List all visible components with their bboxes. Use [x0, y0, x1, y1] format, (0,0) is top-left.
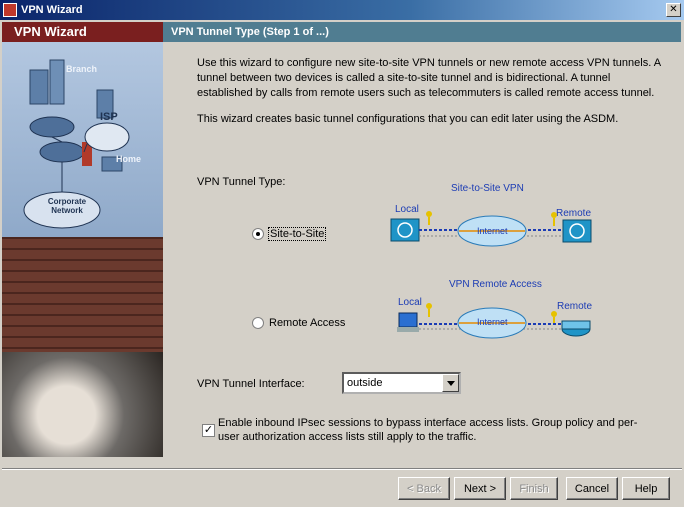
- remote-access-diagram: VPN Remote Access Local Remote Internet: [389, 279, 599, 349]
- art-label-home: Home: [116, 154, 142, 164]
- network-illustration: Branch ISP Home Corporate Network: [2, 42, 163, 237]
- interface-select-value: outside: [347, 377, 383, 389]
- people-photo: [2, 352, 163, 457]
- step-header: VPN Tunnel Type (Step 1 of ...): [163, 22, 681, 42]
- help-button[interactable]: Help: [622, 477, 670, 500]
- intro-note: This wizard creates basic tunnel configu…: [197, 113, 619, 125]
- radio-remote-access[interactable]: Remote Access: [252, 317, 345, 329]
- chevron-down-icon[interactable]: [442, 374, 459, 392]
- cancel-button[interactable]: Cancel: [566, 477, 618, 500]
- radio-site-to-site[interactable]: Site-to-Site: [252, 227, 327, 241]
- back-button[interactable]: < Back: [398, 477, 450, 500]
- art-label-isp: ISP: [100, 111, 118, 123]
- finish-button[interactable]: Finish: [510, 477, 558, 500]
- window-title: VPN Wizard: [21, 4, 83, 16]
- app-icon: [3, 3, 17, 17]
- remote-access-internet-label: Internet: [477, 317, 508, 327]
- art-label-corporate: Corporate Network: [47, 197, 87, 215]
- footer-divider: [2, 468, 682, 470]
- remote-access-graphic: [397, 303, 591, 339]
- intro-paragraph: Use this wizard to configure new site-to…: [197, 57, 661, 99]
- next-button[interactable]: Next >: [454, 477, 506, 500]
- radio-site-to-site-label: Site-to-Site: [267, 227, 327, 241]
- radio-remote-access-label: Remote Access: [269, 317, 346, 329]
- radio-remote-access-button[interactable]: [252, 317, 264, 329]
- sidebar-panel: VPN Wizard Branch ISP Home Corporate Net…: [2, 22, 163, 457]
- bypass-acl-label: Enable inbound IPsec sessions to bypass …: [218, 417, 638, 443]
- art-label-branch: Branch: [66, 64, 98, 74]
- radio-site-to-site-button[interactable]: [252, 228, 264, 240]
- interface-select[interactable]: outside: [342, 372, 461, 394]
- close-button[interactable]: ✕: [666, 3, 681, 17]
- site-to-site-diagram: Site-to-Site VPN Local Remote Internet: [389, 183, 599, 268]
- title-bar: VPN Wizard ✕: [0, 0, 684, 20]
- sidebar-title: VPN Wizard: [2, 22, 163, 42]
- site-to-site-internet-label: Internet: [477, 226, 508, 236]
- bypass-acl-checkbox[interactable]: ✓: [202, 424, 215, 437]
- wizard-content: Use this wizard to configure new site-to…: [163, 42, 681, 457]
